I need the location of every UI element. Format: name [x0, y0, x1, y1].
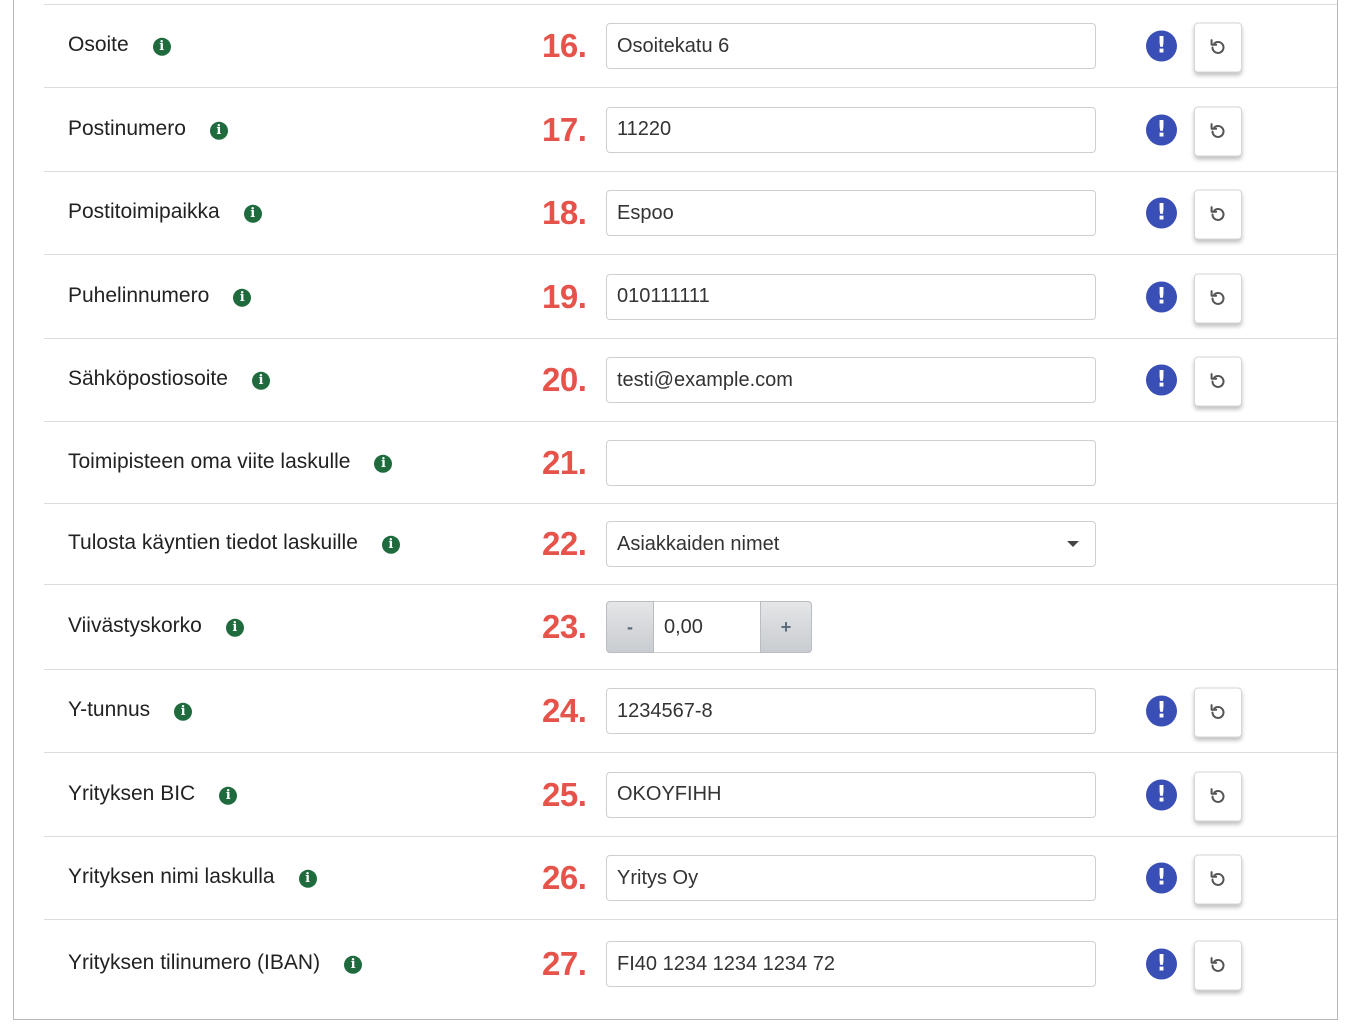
reset-button[interactable] — [1194, 940, 1242, 991]
info-icon[interactable]: i — [209, 121, 228, 140]
business-id-input[interactable] — [606, 688, 1096, 734]
info-icon[interactable]: i — [174, 702, 193, 721]
alert-icon[interactable]: ! — [1146, 695, 1177, 727]
row-number: 22. — [542, 525, 587, 562]
reset-icon — [1210, 957, 1225, 972]
alert-icon[interactable]: ! — [1146, 364, 1177, 396]
reset-button[interactable] — [1194, 22, 1242, 73]
field-label: Y-tunnus — [68, 697, 151, 721]
alert-icon[interactable]: ! — [1146, 948, 1177, 980]
reset-icon — [1210, 206, 1225, 221]
increment-button[interactable]: + — [760, 601, 812, 653]
field-label: Sähköpostiosoite — [68, 366, 228, 390]
reset-button[interactable] — [1194, 687, 1242, 738]
row-kayntien-tiedot: Tulosta käyntien tiedot laskuille i 22. A… — [44, 504, 1337, 585]
field-label: Postitoimipaikka — [68, 199, 220, 223]
alert-icon[interactable]: ! — [1146, 779, 1177, 810]
row-puhelinnumero: Puhelinnumero i 19. ! — [44, 255, 1337, 339]
row-number: 26. — [542, 859, 587, 896]
info-icon[interactable]: i — [344, 955, 363, 974]
field-label: Yrityksen BIC — [68, 781, 196, 805]
row-y-tunnus: Y-tunnus i 24. ! — [44, 670, 1337, 753]
interest-value[interactable]: 0,00 — [654, 601, 760, 653]
field-label: Puhelinnumero — [68, 283, 210, 307]
company-name-input[interactable] — [606, 855, 1096, 901]
alert-icon[interactable]: ! — [1146, 862, 1177, 894]
alert-icon[interactable]: ! — [1146, 30, 1177, 62]
row-postitoimipaikka: Postitoimipaikka i 18. ! — [44, 172, 1337, 255]
info-icon[interactable]: i — [374, 454, 393, 473]
row-number: 16. — [542, 27, 587, 64]
row-number: 25. — [542, 775, 587, 813]
row-number: 17. — [542, 110, 587, 148]
reset-button[interactable] — [1194, 771, 1242, 821]
info-icon[interactable]: i — [298, 869, 317, 888]
field-label: Tulosta käyntien tiedot laskuille — [68, 530, 358, 554]
reset-icon — [1210, 289, 1225, 305]
row-viivastyskorko: Viivästyskorko i 23. - 0,00 + — [44, 585, 1337, 670]
info-icon[interactable]: i — [251, 371, 270, 390]
row-number: 27. — [542, 945, 587, 982]
info-icon[interactable]: i — [219, 786, 238, 805]
reset-button[interactable] — [1194, 273, 1242, 323]
phone-input[interactable] — [606, 273, 1096, 320]
row-postinumero: Postinumero i 17. ! — [44, 88, 1337, 172]
alert-icon[interactable]: ! — [1146, 281, 1177, 312]
city-input[interactable] — [606, 190, 1096, 236]
row-number: 23. — [542, 608, 587, 645]
chevron-down-icon — [1067, 541, 1079, 547]
field-label: Toimipisteen oma viite laskulle — [68, 449, 351, 473]
interest-stepper: - 0,00 + — [606, 601, 812, 653]
postal-code-input[interactable] — [606, 106, 1096, 153]
row-number: 21. — [542, 443, 587, 481]
row-oma-viite: Toimipisteen oma viite laskulle i 21. — [44, 422, 1337, 504]
address-input[interactable] — [606, 23, 1096, 69]
info-icon[interactable]: i — [152, 37, 171, 56]
iban-input[interactable] — [606, 941, 1096, 987]
field-label: Postinumero — [68, 116, 186, 140]
reset-button[interactable] — [1194, 106, 1242, 156]
info-icon[interactable]: i — [225, 618, 244, 637]
reset-icon — [1210, 871, 1225, 886]
bic-input[interactable] — [606, 771, 1096, 818]
row-number: 19. — [542, 277, 587, 315]
row-number: 24. — [542, 692, 587, 729]
field-label: Viivästyskorko — [68, 613, 202, 637]
invoice-reference-input[interactable] — [606, 439, 1096, 486]
row-number: 18. — [542, 194, 587, 231]
decrement-button[interactable]: - — [606, 601, 654, 653]
selected-option: Asiakkaiden nimet — [617, 533, 780, 555]
reset-icon — [1210, 787, 1225, 803]
field-label: Osoite — [68, 32, 129, 56]
reset-button[interactable] — [1194, 356, 1242, 407]
field-label: Yrityksen tilinumero (IBAN) — [68, 950, 321, 974]
visit-info-select[interactable]: Asiakkaiden nimet — [606, 521, 1096, 567]
info-icon[interactable]: i — [243, 204, 262, 223]
row-iban: Yrityksen tilinumero (IBAN) i 27. ! — [44, 920, 1337, 1008]
row-bic: Yrityksen BIC i 25. ! — [44, 753, 1337, 837]
info-icon[interactable]: i — [381, 535, 400, 554]
field-label: Yrityksen nimi laskulla — [68, 864, 275, 888]
alert-icon[interactable]: ! — [1146, 197, 1177, 229]
email-input[interactable] — [606, 357, 1096, 403]
reset-icon — [1210, 122, 1225, 138]
reset-icon — [1210, 704, 1225, 719]
reset-icon — [1210, 39, 1225, 54]
reset-button[interactable] — [1194, 189, 1242, 240]
row-osoite: Osoite i 16. ! — [44, 5, 1337, 88]
alert-icon[interactable]: ! — [1146, 114, 1177, 145]
reset-button[interactable] — [1194, 854, 1242, 905]
reset-icon — [1210, 373, 1225, 388]
row-yrityksen-nimi: Yrityksen nimi laskulla i 26. ! — [44, 837, 1337, 920]
settings-panel: Osoite i 16. ! Postinumero i 17. ! Postito… — [13, 0, 1338, 1020]
row-sahkopostiosoite: Sähköpostiosoite i 20. ! — [44, 339, 1337, 422]
info-icon[interactable]: i — [233, 288, 252, 307]
row-number: 20. — [542, 361, 587, 398]
